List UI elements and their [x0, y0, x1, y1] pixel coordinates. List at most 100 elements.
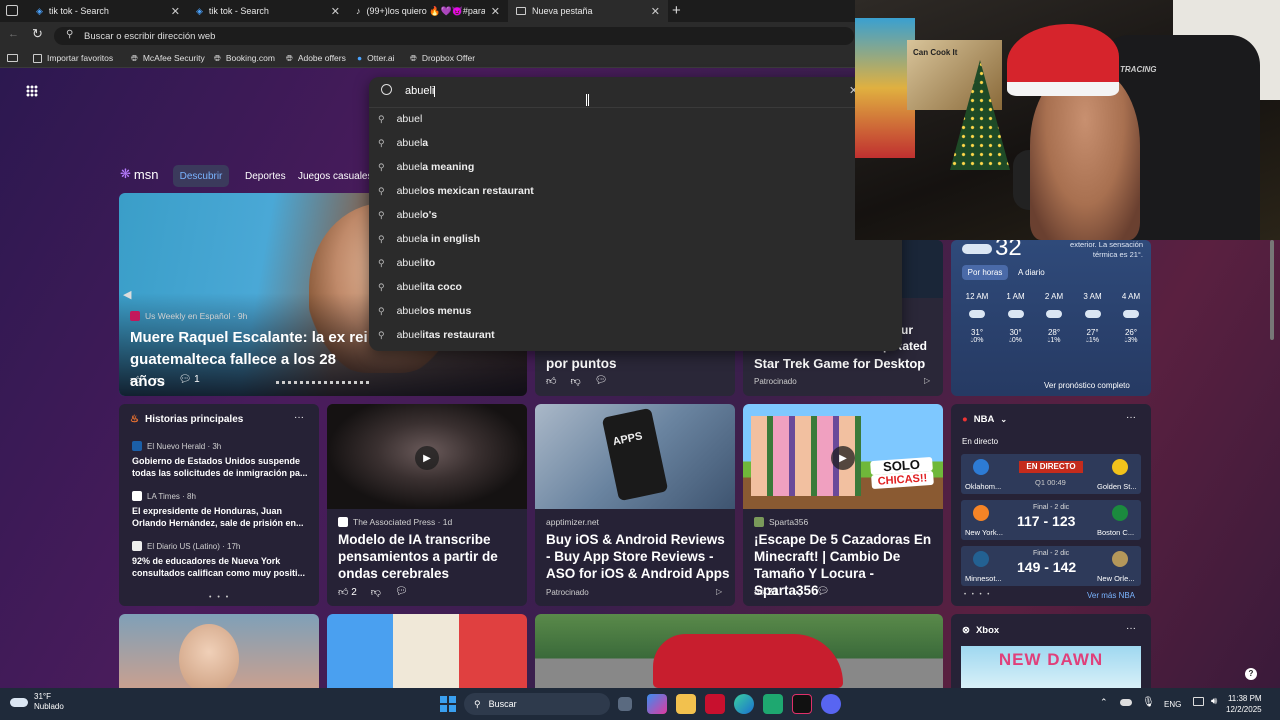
file-explorer-icon[interactable]: [676, 694, 696, 714]
close-icon[interactable]: ✕: [171, 5, 180, 18]
tab-4[interactable]: Nueva pestaña ✕: [508, 0, 668, 22]
weather-widget[interactable]: 31°F Nublado: [10, 692, 64, 712]
comment-icon[interactable]: 💬︎ 1: [179, 374, 200, 386]
discord-icon[interactable]: [821, 694, 841, 714]
play-icon[interactable]: ▶: [415, 446, 439, 470]
task-view-icon[interactable]: [618, 697, 632, 711]
suggestion-item[interactable]: ⚲ abuela meaning: [378, 158, 474, 176]
game-score: 149 - 142: [1017, 559, 1077, 575]
tab-a-diario[interactable]: A diario: [1018, 268, 1045, 277]
tab-deportes[interactable]: Deportes: [245, 171, 286, 182]
suggestion-item[interactable]: ⚲ abuelitas restaurant: [378, 326, 495, 344]
address-bar[interactable]: ⚲ Buscar o escribir dirección web: [54, 27, 854, 45]
nba-header[interactable]: ● NBA ⌄: [962, 414, 1007, 425]
like-icon[interactable]: 👍︎: [546, 375, 556, 387]
start-icon[interactable]: [440, 696, 456, 712]
play-icon[interactable]: ▶: [831, 446, 855, 470]
tab-juegos-casuales[interactable]: Juegos casuales: [298, 171, 373, 182]
comment-icon[interactable]: 💬︎: [817, 586, 830, 598]
story-item[interactable]: LA Times · 8h El expresidente de Hondura…: [132, 491, 310, 529]
story-item[interactable]: El Nuevo Herald · 3h Gobierno de Estados…: [132, 441, 310, 479]
favorite-booking[interactable]: 🌐︎ Booking.com: [214, 48, 275, 68]
mcafee-icon[interactable]: [705, 694, 725, 714]
favorite-dropbox[interactable]: 🌐︎ Dropbox Offer: [410, 48, 475, 68]
dislike-icon[interactable]: 👎︎: [792, 586, 802, 598]
photo-card[interactable]: [119, 614, 319, 688]
tab-3[interactable]: ♪ (99+)los quiero 🔥💜😈#paraty ✕: [348, 0, 508, 22]
dislike-icon[interactable]: 👎︎: [371, 586, 381, 598]
ad-choices-icon[interactable]: ▷: [924, 376, 930, 385]
game-row[interactable]: New York... Final - 2 dic 117 - 123 Bost…: [961, 500, 1141, 540]
favorite-adobe[interactable]: 🌐︎ Adobe offers: [286, 48, 346, 68]
game-row[interactable]: Minnesot... Final - 2 dic 149 - 142 New …: [961, 546, 1141, 586]
prev-arrow-icon[interactable]: ◀: [123, 288, 131, 301]
tab-1[interactable]: ◈ tik tok - Search ✕: [28, 0, 188, 22]
close-icon[interactable]: ✕: [491, 5, 500, 18]
game-row[interactable]: Oklahom... EN DIRECTO Q1 00:49 Golden St…: [961, 454, 1141, 494]
show-hidden-icons-icon[interactable]: ⌃: [1100, 697, 1108, 708]
microphone-icon[interactable]: 🎙︎: [1142, 697, 1155, 708]
like-icon[interactable]: 👍︎ 2: [338, 586, 357, 598]
search-input[interactable]: abueli: [405, 85, 436, 97]
cartoon-card[interactable]: [327, 614, 527, 688]
tab-descubrir[interactable]: Descubrir: [173, 165, 229, 187]
more-options-icon[interactable]: ···: [294, 412, 304, 423]
game-banner[interactable]: NEW DAWN: [961, 646, 1141, 688]
more-nba-link[interactable]: Ver más NBA: [1087, 591, 1135, 600]
volume-icon[interactable]: 🔊︎: [1211, 696, 1217, 707]
like-icon[interactable]: 👍︎: [130, 374, 140, 386]
tab-2[interactable]: ◈ tik tok - Search ✕: [188, 0, 348, 22]
full-forecast-link[interactable]: Ver pronóstico completo: [1044, 381, 1130, 390]
help-icon[interactable]: ?: [1245, 668, 1257, 680]
more-options-icon[interactable]: ···: [1126, 412, 1136, 423]
hour-column: 3 AM 27° 💧︎1%: [1075, 292, 1111, 345]
scrollbar[interactable]: [1270, 240, 1274, 340]
sidebar-toggle-icon[interactable]: [7, 54, 18, 62]
minecraft-video-card[interactable]: ▶ SOLO CHICAS!! Sparta356 ¡Escape De 5 C…: [743, 404, 943, 606]
suggestion-item[interactable]: ⚲ abuela: [378, 134, 428, 152]
dislike-icon[interactable]: 👎︎: [570, 375, 580, 387]
taskbar-search[interactable]: ⚲ Buscar: [464, 693, 610, 715]
favorite-import[interactable]: Importar favoritos: [33, 48, 113, 68]
suggestion-item[interactable]: ⚲ abuelos mexican restaurant: [378, 182, 534, 200]
weather-card[interactable]: 32 exterior. La sensación térmica es 21°…: [951, 240, 1151, 396]
refresh-icon[interactable]: ↻: [32, 26, 43, 42]
car-card[interactable]: [535, 614, 943, 688]
favorite-otter[interactable]: ● Otter.ai: [357, 48, 395, 68]
dislike-icon[interactable]: 👎︎: [154, 374, 164, 386]
comment-icon[interactable]: 💬︎: [395, 586, 408, 598]
onedrive-icon[interactable]: [1120, 699, 1132, 706]
tab-actions-icon[interactable]: [6, 5, 18, 16]
xbox-header[interactable]: ⊗ Xbox: [962, 625, 999, 636]
close-icon[interactable]: ✕: [651, 5, 660, 18]
clock[interactable]: 11:38 PM 12/2/2025: [1226, 693, 1262, 715]
ad-choices-icon[interactable]: ▷: [716, 587, 722, 596]
copilot-icon[interactable]: [647, 694, 667, 714]
like-icon[interactable]: 👍︎ 21: [754, 586, 778, 598]
comment-icon[interactable]: 💬︎: [595, 375, 608, 387]
apps-grid-icon[interactable]: [26, 85, 38, 97]
suggestion-item[interactable]: ⚲ abuelo's: [378, 206, 437, 224]
suggestion-item[interactable]: ⚲ abuelito: [378, 254, 435, 272]
edge-icon[interactable]: [734, 694, 754, 714]
tab-por-horas[interactable]: Por horas: [962, 265, 1008, 280]
apps-ad-card[interactable]: APPS apptimizer.net Buy iOS & Android Re…: [535, 404, 735, 606]
suggestion-item[interactable]: ⚲ abuela in english: [378, 230, 480, 248]
tab-title: (99+)los quiero 🔥💜😈#paraty: [366, 5, 485, 16]
story-item[interactable]: El Diario US (Latino) · 17h 92% de educa…: [132, 541, 310, 579]
more-options-icon[interactable]: ···: [1126, 623, 1136, 634]
favorite-mcafee[interactable]: 🌐︎ McAfee Security: [131, 48, 205, 68]
suggestion-item[interactable]: ⚲ abuelita coco: [378, 278, 462, 296]
suggestion-item[interactable]: ⚲ abuel: [378, 110, 422, 128]
new-tab-button[interactable]: +: [672, 2, 681, 19]
app-icon[interactable]: [763, 694, 783, 714]
network-icon[interactable]: [1193, 697, 1204, 706]
ai-news-card[interactable]: ▶ The Associated Press · 1d Modelo de IA…: [327, 404, 527, 606]
tiktok-icon[interactable]: [792, 694, 812, 714]
suggestion-item[interactable]: ⚲ abuelos menus: [378, 302, 471, 320]
close-icon[interactable]: ✕: [331, 5, 340, 18]
msn-logo[interactable]: ❋ msn: [120, 166, 158, 182]
hour-temp: 31°: [970, 328, 984, 337]
language-indicator[interactable]: ENG: [1164, 700, 1181, 709]
back-icon[interactable]: ←: [8, 28, 19, 40]
